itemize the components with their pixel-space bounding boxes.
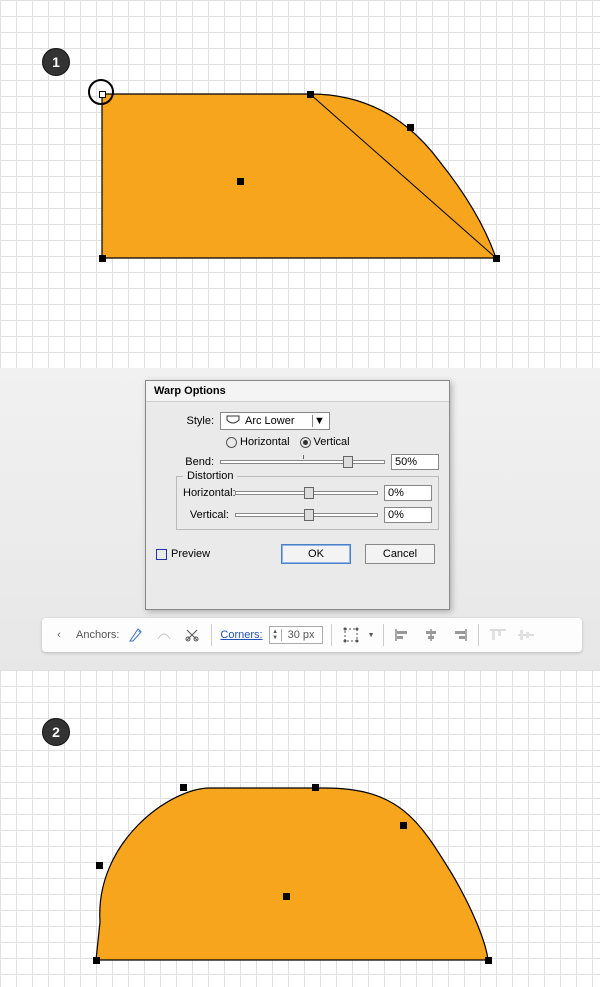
align-hcenter-icon[interactable] <box>420 624 442 646</box>
bend-slider[interactable] <box>220 460 385 464</box>
radio-icon <box>226 437 237 448</box>
align-left-icon[interactable] <box>392 624 414 646</box>
step1-shape <box>100 92 500 272</box>
pen-add-icon[interactable]: + <box>125 624 147 646</box>
dist-v-value[interactable]: 0% <box>384 507 432 523</box>
anchor-pt[interactable] <box>485 957 492 964</box>
slider-thumb[interactable] <box>343 456 353 468</box>
anchor-curve-mid[interactable] <box>407 124 414 131</box>
distortion-legend: Distortion <box>183 470 237 482</box>
step-badge-1: 1 <box>42 48 70 76</box>
preview-label: Preview <box>171 548 210 560</box>
align-vcenter-icon[interactable] <box>515 624 537 646</box>
step-2-label: 2 <box>52 724 60 740</box>
anchor-pt[interactable] <box>180 784 187 791</box>
anchor-pt[interactable] <box>96 862 103 869</box>
anchor-pt[interactable] <box>93 957 100 964</box>
dist-h-value[interactable]: 0% <box>384 485 432 501</box>
cut-path-icon[interactable] <box>181 624 203 646</box>
step-1-canvas: 1 <box>0 0 600 368</box>
corners-value[interactable]: 30 px <box>282 629 322 641</box>
step-badge-2: 2 <box>42 718 70 746</box>
anchor-center[interactable] <box>283 893 290 900</box>
bend-value[interactable]: 50% <box>391 454 439 470</box>
chevron-left-icon[interactable]: ‹ <box>48 624 70 646</box>
dist-v-label: Vertical: <box>183 509 235 521</box>
step-1-label: 1 <box>52 54 60 70</box>
anchor-pt[interactable] <box>400 822 407 829</box>
bounding-box-icon[interactable] <box>340 624 362 646</box>
anchors-label: Anchors: <box>76 629 119 641</box>
cancel-button[interactable]: Cancel <box>365 544 435 564</box>
bend-label: Bend: <box>156 456 220 468</box>
svg-text:+: + <box>138 629 142 636</box>
ok-button[interactable]: OK <box>281 544 351 564</box>
highlight-ring <box>88 79 114 105</box>
step-down-icon[interactable]: ▼ <box>270 635 281 641</box>
radio-icon <box>300 437 311 448</box>
arc-lower-icon <box>225 413 241 429</box>
corners-stepper[interactable]: ▲▼ 30 px <box>269 626 323 644</box>
preview-checkbox[interactable] <box>156 549 167 560</box>
dist-h-label: Horizontal: <box>183 487 235 499</box>
align-top-icon[interactable] <box>487 624 509 646</box>
warp-options-dialog: Warp Options Style: Arc Lower ▼ Horizont… <box>145 380 450 610</box>
orientation-vertical-radio[interactable]: Vertical <box>300 436 350 448</box>
anchor-pt[interactable] <box>312 784 319 791</box>
control-toolbar: ‹ Anchors: + Corners: ▲▼ 30 px ▼ <box>42 618 582 652</box>
align-right-icon[interactable] <box>448 624 470 646</box>
dropdown-caret-icon[interactable]: ▼ <box>368 632 375 639</box>
dialog-title: Warp Options <box>146 381 449 402</box>
slider-thumb[interactable] <box>304 509 314 521</box>
anchor-top-right[interactable] <box>307 91 314 98</box>
dist-h-slider[interactable] <box>235 491 378 495</box>
convert-anchor-icon[interactable] <box>153 624 175 646</box>
anchor-center[interactable] <box>237 178 244 185</box>
orientation-v-label: Vertical <box>314 436 350 448</box>
dist-v-slider[interactable] <box>235 513 378 517</box>
step2-shape <box>80 782 500 972</box>
anchor-bottom-left[interactable] <box>99 255 106 262</box>
chevron-down-icon: ▼ <box>312 415 326 427</box>
orientation-horizontal-radio[interactable]: Horizontal <box>226 436 290 448</box>
style-label: Style: <box>156 415 220 427</box>
dialog-area: Warp Options Style: Arc Lower ▼ Horizont… <box>0 368 600 670</box>
orientation-h-label: Horizontal <box>240 436 290 448</box>
style-select[interactable]: Arc Lower ▼ <box>220 412 330 430</box>
style-value: Arc Lower <box>245 415 295 427</box>
step-2-canvas: 2 <box>0 670 600 987</box>
anchor-right[interactable] <box>493 255 500 262</box>
slider-thumb[interactable] <box>304 487 314 499</box>
distortion-group: Distortion Horizontal: 0% Vertical: 0% <box>176 476 439 530</box>
corners-label[interactable]: Corners: <box>220 629 262 641</box>
